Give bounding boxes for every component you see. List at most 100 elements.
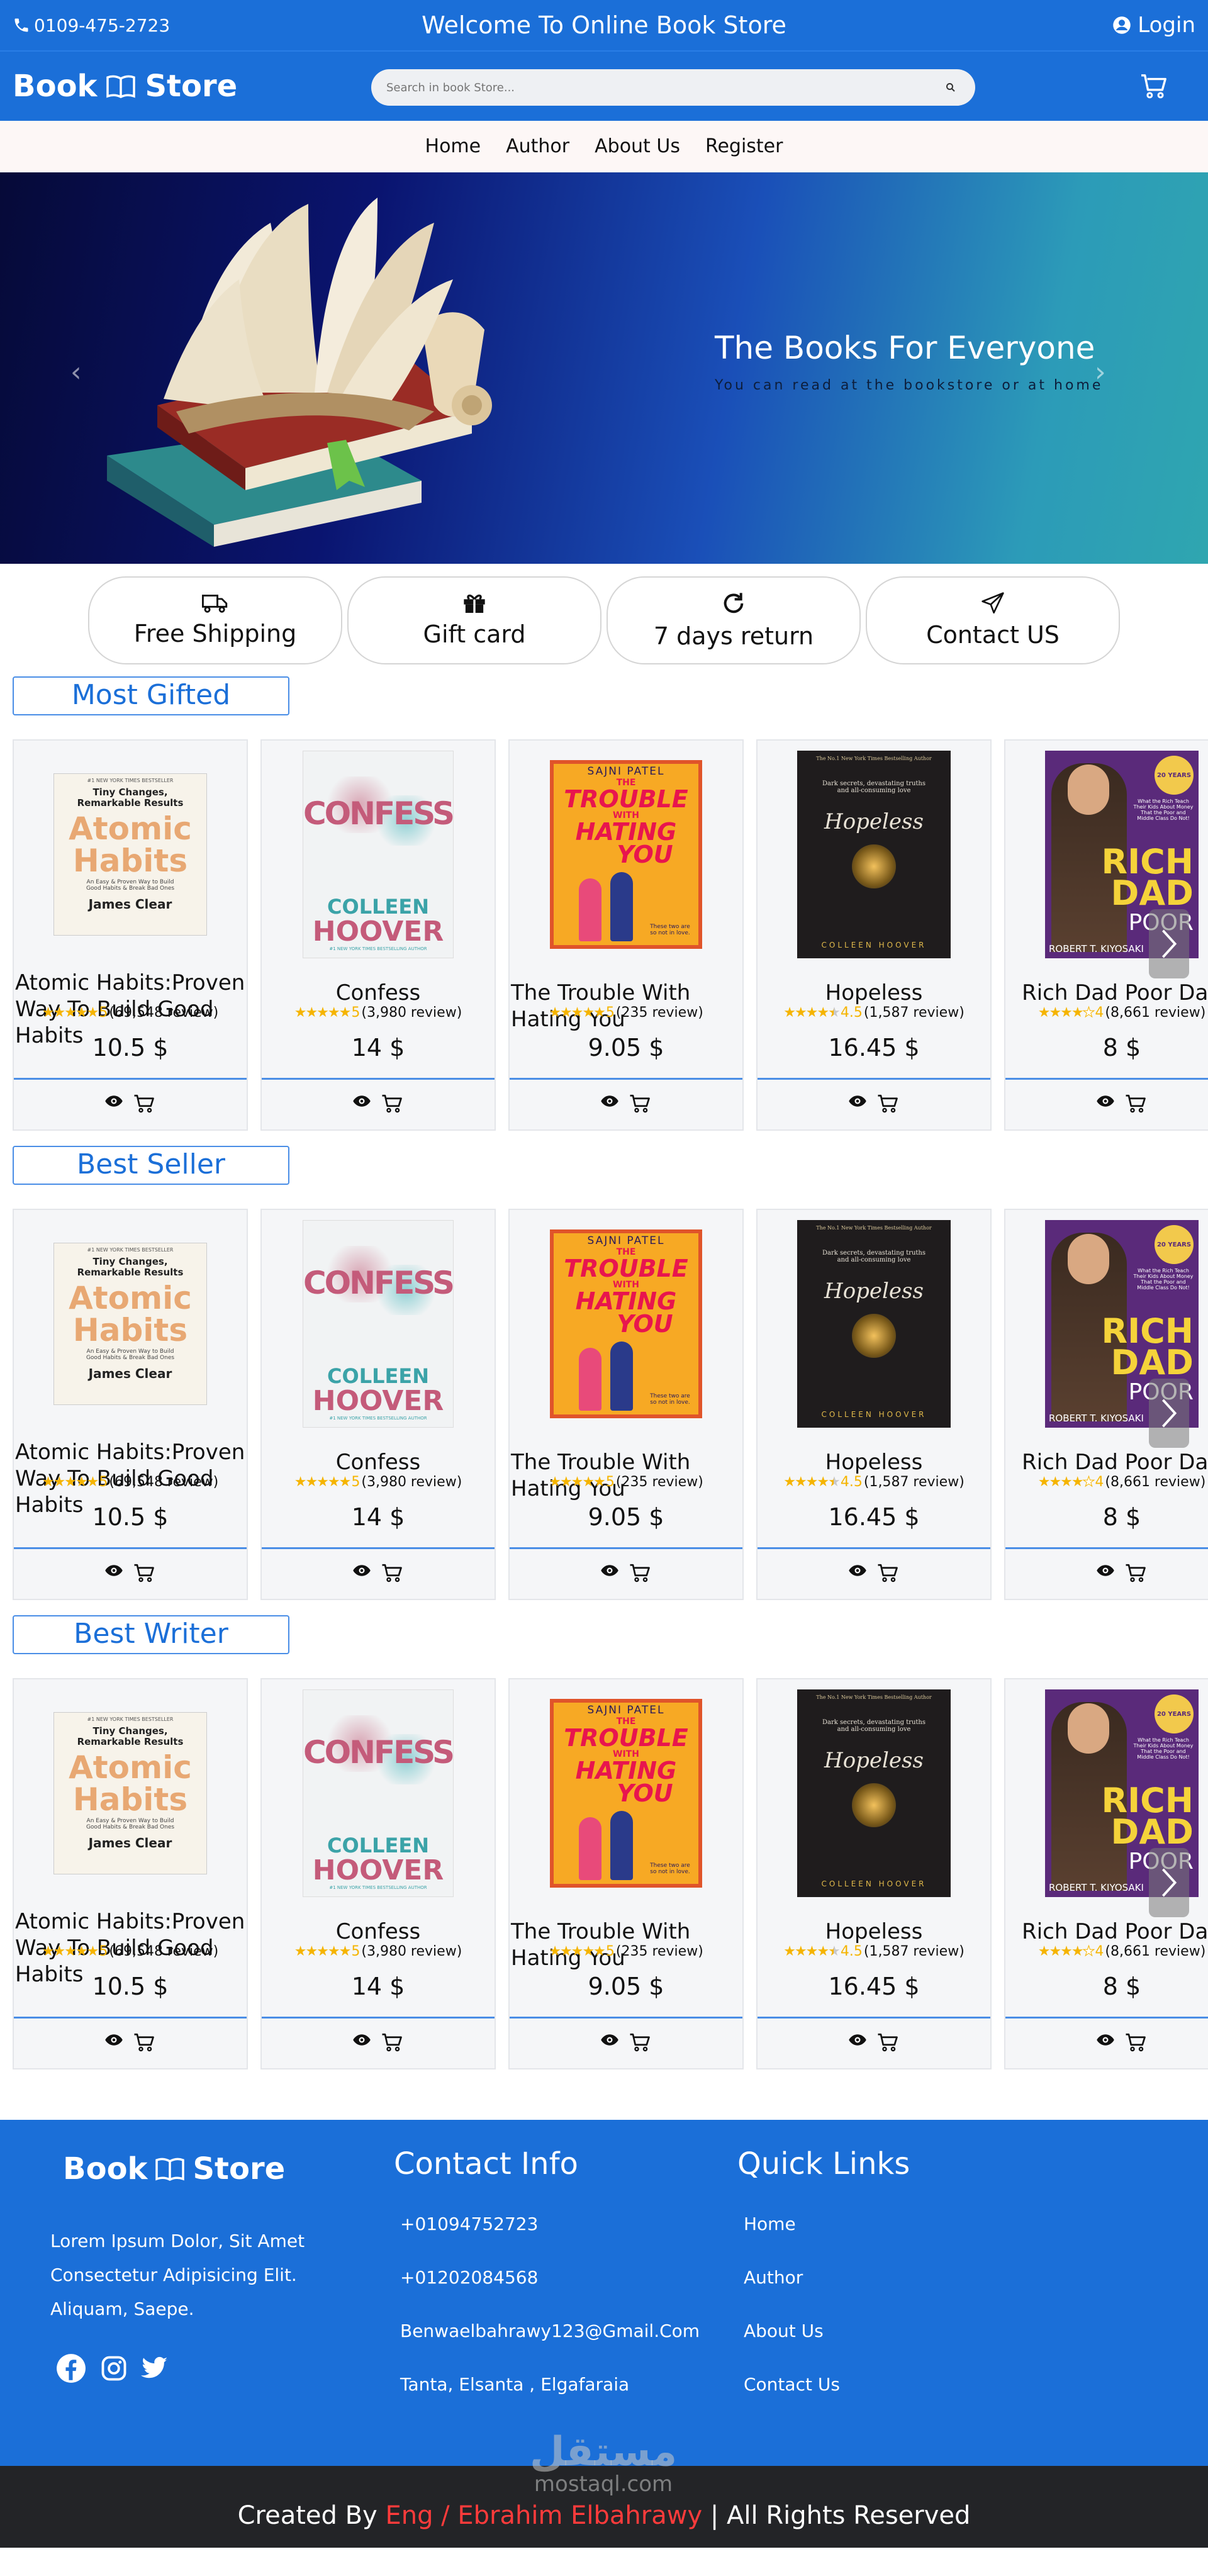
add-to-cart-button[interactable]: [877, 2033, 900, 2052]
book-cover[interactable]: SAJNI PATEL THE TROUBLE WITH HATING YOU These …: [549, 1220, 703, 1428]
add-to-cart-button[interactable]: [629, 1564, 652, 1582]
book-cover[interactable]: The No.1 New York Times Bestselling Auth…: [797, 1220, 951, 1428]
contact-phone-2[interactable]: +01202084568: [400, 2265, 700, 2319]
book-cover[interactable]: #1 NEW YORK TIMES BESTSELLER Tiny Changes…: [53, 1220, 207, 1428]
footer-brand[interactable]: Book Store: [63, 2151, 285, 2187]
book-cover[interactable]: #1 NEW YORK TIMES BESTSELLER Tiny Changes…: [53, 751, 207, 958]
book-title[interactable]: Rich Dad Poor Dad: [1005, 980, 1208, 1006]
star-full-icon: ★: [338, 1005, 352, 1021]
add-to-cart-button[interactable]: [1125, 1564, 1148, 1582]
book-cover[interactable]: The No.1 New York Times Bestselling Auth…: [797, 1689, 951, 1897]
search-input[interactable]: [386, 81, 941, 94]
star-empty-icon: ★: [1082, 1005, 1095, 1021]
book-card[interactable]: SAJNI PATEL THE TROUBLE WITH HATING YOU These …: [508, 1209, 744, 1600]
carousel-next-button[interactable]: [1149, 1848, 1189, 1917]
contact-address[interactable]: Tanta, Elsanta , Elgafaraia: [400, 2372, 700, 2426]
book-title[interactable]: Hopeless: [758, 1918, 990, 1945]
book-cover[interactable]: CONFESS COLLEEN HOOVER #1 NEW YORK TIMES BE…: [301, 1220, 455, 1428]
add-to-cart-button[interactable]: [1125, 2033, 1148, 2052]
footer-link-author[interactable]: Author: [744, 2265, 840, 2319]
book-title[interactable]: Rich Dad Poor Dad: [1005, 1918, 1208, 1945]
carousel-next-button[interactable]: [1149, 909, 1189, 978]
book-card[interactable]: The No.1 New York Times Bestselling Auth…: [756, 739, 992, 1131]
book-cover[interactable]: CONFESS COLLEEN HOOVER #1 NEW YORK TIMES BE…: [301, 1689, 455, 1897]
quick-view-button[interactable]: [104, 2033, 123, 2052]
quick-view-button[interactable]: [352, 2033, 371, 2052]
add-to-cart-button[interactable]: [133, 2033, 156, 2052]
add-to-cart-button[interactable]: [877, 1564, 900, 1582]
book-title[interactable]: Confess: [262, 1449, 495, 1476]
quick-view-button[interactable]: [1096, 1564, 1115, 1582]
book-card[interactable]: #1 NEW YORK TIMES BESTSELLER Tiny Changes…: [13, 1678, 248, 2069]
star-full-icon: ★: [86, 1474, 99, 1490]
quick-view-button[interactable]: [352, 1564, 371, 1582]
book-card[interactable]: #1 NEW YORK TIMES BESTSELLER Tiny Changes…: [13, 739, 248, 1131]
add-to-cart-button[interactable]: [877, 1094, 900, 1113]
book-rating: ★★★★★ 4 (8,661 review): [1005, 1474, 1208, 1491]
add-to-cart-button[interactable]: [1125, 1094, 1148, 1113]
book-card[interactable]: SAJNI PATEL THE TROUBLE WITH HATING YOU These …: [508, 1678, 744, 2069]
review-count: (1,587 review): [863, 1474, 965, 1490]
nav-author[interactable]: Author: [506, 135, 569, 157]
footer-link-about-us[interactable]: About Us: [744, 2319, 840, 2372]
book-card[interactable]: CONFESS COLLEEN HOOVER #1 NEW YORK TIMES BE…: [260, 739, 496, 1131]
add-to-cart-button[interactable]: [133, 1564, 156, 1582]
carousel-next-button[interactable]: [1149, 1379, 1189, 1448]
credit-author-link[interactable]: Eng / Ebrahim Elbahrawy: [385, 2501, 702, 2530]
quick-view-button[interactable]: [600, 1094, 619, 1113]
book-card[interactable]: SAJNI PATEL THE TROUBLE WITH HATING YOU These …: [508, 739, 744, 1131]
book-card[interactable]: The No.1 New York Times Bestselling Auth…: [756, 1209, 992, 1600]
add-to-cart-button[interactable]: [381, 1094, 404, 1113]
add-to-cart-button[interactable]: [381, 2033, 404, 2052]
book-card[interactable]: #1 NEW YORK TIMES BESTSELLER Tiny Changes…: [13, 1209, 248, 1600]
quick-view-button[interactable]: [848, 1094, 867, 1113]
book-title[interactable]: Rich Dad Poor Dad: [1005, 1449, 1208, 1476]
contact-phone-1[interactable]: +01094752723: [400, 2212, 700, 2265]
book-title[interactable]: Confess: [262, 1918, 495, 1945]
header-cart-button[interactable]: [1140, 73, 1169, 102]
login-button[interactable]: Login: [1112, 13, 1195, 38]
brand-logo[interactable]: Book Store: [13, 69, 237, 104]
quick-view-button[interactable]: [600, 2033, 619, 2052]
nav-register[interactable]: Register: [705, 135, 783, 157]
footer-link-contact-us[interactable]: Contact Us: [744, 2372, 840, 2426]
quick-view-button[interactable]: [848, 2033, 867, 2052]
feature-7-days-return[interactable]: 7 days return: [607, 576, 861, 664]
quick-view-button[interactable]: [104, 1564, 123, 1582]
quick-view-button[interactable]: [600, 1564, 619, 1582]
footer-link-home[interactable]: Home: [744, 2212, 840, 2265]
book-cover[interactable]: #1 NEW YORK TIMES BESTSELLER Tiny Changes…: [53, 1689, 207, 1897]
facebook-link[interactable]: [55, 2353, 87, 2384]
book-title[interactable]: Hopeless: [758, 1449, 990, 1476]
book-title[interactable]: Confess: [262, 980, 495, 1006]
instagram-link[interactable]: [101, 2355, 127, 2382]
add-to-cart-button[interactable]: [381, 1564, 404, 1582]
book-title[interactable]: Hopeless: [758, 980, 990, 1006]
add-to-cart-button[interactable]: [629, 2033, 652, 2052]
carousel-prev-button[interactable]: ‹: [70, 356, 82, 388]
search-button[interactable]: [941, 78, 960, 97]
feature-contact-us[interactable]: Contact US: [866, 576, 1120, 664]
quick-view-button[interactable]: [1096, 2033, 1115, 2052]
feature-gift-card[interactable]: Gift card: [347, 576, 601, 664]
nav-about-us[interactable]: About Us: [595, 135, 680, 157]
twitter-link[interactable]: [141, 2356, 169, 2380]
add-to-cart-button[interactable]: [629, 1094, 652, 1113]
book-cover[interactable]: SAJNI PATEL THE TROUBLE WITH HATING YOU These …: [549, 751, 703, 958]
book-card[interactable]: CONFESS COLLEEN HOOVER #1 NEW YORK TIMES BE…: [260, 1678, 496, 2069]
contact-email[interactable]: Benwaelbahrawy123@Gmail.Com: [400, 2319, 700, 2372]
add-to-cart-button[interactable]: [133, 1094, 156, 1113]
book-cover[interactable]: CONFESS COLLEEN HOOVER #1 NEW YORK TIMES BE…: [301, 751, 455, 958]
star-full-icon: ★: [86, 1944, 99, 1959]
feature-free-shipping[interactable]: Free Shipping: [88, 576, 342, 664]
quick-view-button[interactable]: [1096, 1094, 1115, 1113]
star-full-icon: ★: [794, 1474, 807, 1490]
book-card[interactable]: CONFESS COLLEEN HOOVER #1 NEW YORK TIMES BE…: [260, 1209, 496, 1600]
book-cover[interactable]: SAJNI PATEL THE TROUBLE WITH HATING YOU These …: [549, 1689, 703, 1897]
quick-view-button[interactable]: [848, 1564, 867, 1582]
book-cover[interactable]: The No.1 New York Times Bestselling Auth…: [797, 751, 951, 958]
nav-home[interactable]: Home: [425, 135, 481, 157]
book-card[interactable]: The No.1 New York Times Bestselling Auth…: [756, 1678, 992, 2069]
quick-view-button[interactable]: [104, 1094, 123, 1113]
quick-view-button[interactable]: [352, 1094, 371, 1113]
